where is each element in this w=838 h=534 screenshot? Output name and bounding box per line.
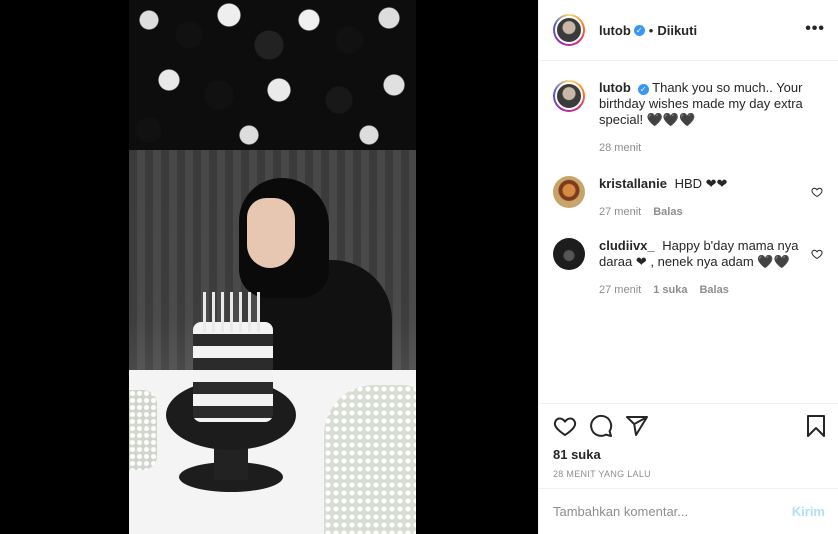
verified-badge-icon: ✓ bbox=[633, 24, 645, 36]
post-media bbox=[0, 0, 538, 534]
commenter-avatar[interactable] bbox=[553, 176, 585, 208]
comment-like-heart-icon[interactable] bbox=[811, 186, 823, 198]
post-header: lutob ✓ • Diikuti ••• bbox=[539, 0, 838, 61]
comment-text: HBD ❤❤ bbox=[674, 176, 728, 191]
reply-button[interactable]: Balas bbox=[653, 204, 682, 220]
author-info: lutob ✓ • Diikuti bbox=[599, 23, 697, 38]
follow-status-button[interactable]: Diikuti bbox=[657, 23, 697, 38]
balloons-decoration bbox=[129, 0, 416, 150]
author-avatar[interactable] bbox=[553, 14, 585, 46]
comment-item: kristallanie HBD ❤❤ 27 menit Balas bbox=[553, 176, 833, 220]
save-bookmark-icon[interactable] bbox=[804, 414, 828, 438]
caption-time[interactable]: 28 menit bbox=[599, 140, 641, 156]
post-timestamp[interactable]: 28 MENIT YANG LALU bbox=[553, 469, 651, 479]
comment-composer: Kirim bbox=[539, 488, 838, 534]
verified-badge-icon: ✓ bbox=[637, 84, 649, 95]
comment-bubble-icon[interactable] bbox=[589, 414, 613, 438]
comment-body: kristallanie HBD ❤❤ 27 menit Balas bbox=[599, 176, 814, 220]
action-icons bbox=[553, 414, 828, 440]
caption-username[interactable]: lutob bbox=[599, 80, 631, 95]
comment-time[interactable]: 27 menit bbox=[599, 204, 641, 220]
post-actions: 81 suka 28 MENIT YANG LALU bbox=[539, 403, 838, 479]
comment-input[interactable] bbox=[553, 504, 792, 519]
candles bbox=[203, 292, 263, 332]
separator-dot: • bbox=[648, 22, 654, 38]
comment-username[interactable]: cludiivx_ bbox=[599, 238, 655, 253]
flowers-right bbox=[324, 385, 416, 534]
person-face bbox=[247, 198, 295, 268]
comment-time[interactable]: 27 menit bbox=[599, 282, 641, 298]
commenter-avatar[interactable] bbox=[553, 238, 585, 270]
comment-item: cludiivx_ Happy b'day mama nya daraa ❤ ,… bbox=[553, 238, 833, 298]
reply-button[interactable]: Balas bbox=[699, 282, 728, 298]
comment-likes-count[interactable]: 1 suka bbox=[653, 282, 687, 298]
likes-count[interactable]: 81 suka bbox=[553, 447, 601, 462]
caption-avatar[interactable] bbox=[553, 80, 585, 112]
share-paper-plane-icon[interactable] bbox=[625, 414, 649, 438]
comment-username[interactable]: kristallanie bbox=[599, 176, 667, 191]
flowers-left bbox=[129, 390, 157, 470]
post-sidebar: lutob ✓ • Diikuti ••• lutob ✓ Thank you s… bbox=[538, 0, 838, 534]
comment-like-heart-icon[interactable] bbox=[811, 248, 823, 260]
caption-body: lutob ✓ Thank you so much.. Your birthday… bbox=[599, 80, 814, 156]
caption: lutob ✓ Thank you so much.. Your birthday… bbox=[553, 80, 833, 156]
comment-meta: 27 menit Balas bbox=[599, 204, 814, 220]
like-heart-icon[interactable] bbox=[553, 414, 577, 438]
author-username[interactable]: lutob bbox=[599, 23, 631, 38]
caption-meta: 28 menit bbox=[599, 140, 814, 156]
comment-body: cludiivx_ Happy b'day mama nya daraa ❤ ,… bbox=[599, 238, 814, 298]
post-photo[interactable] bbox=[129, 0, 416, 534]
post-comment-button[interactable]: Kirim bbox=[792, 504, 825, 519]
comments-list[interactable]: lutob ✓ Thank you so much.. Your birthday… bbox=[539, 62, 838, 403]
birthday-cake bbox=[193, 322, 273, 422]
more-options-icon[interactable]: ••• bbox=[805, 20, 825, 38]
comment-meta: 27 menit 1 suka Balas bbox=[599, 282, 814, 298]
